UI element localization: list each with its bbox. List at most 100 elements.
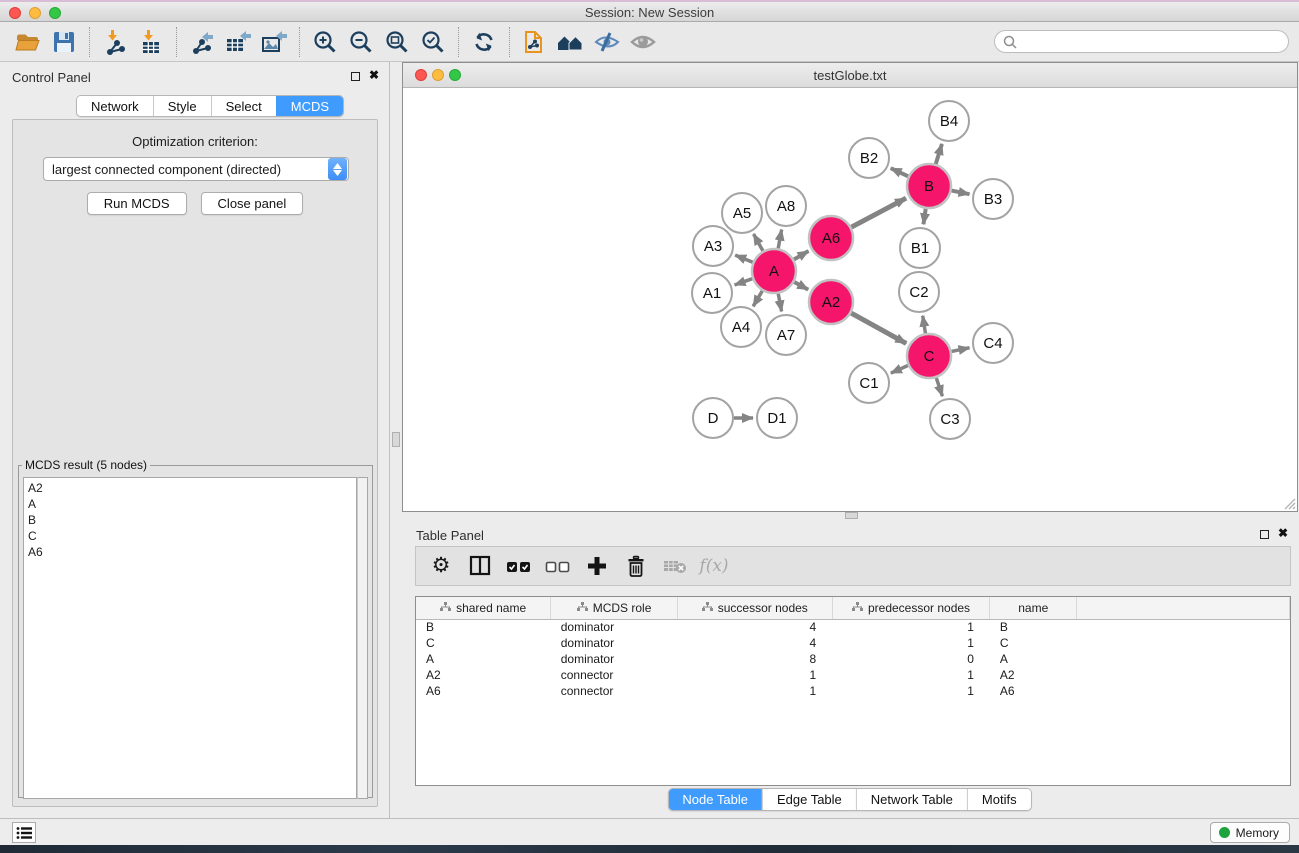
network-edge-C-C3[interactable] (936, 378, 942, 396)
network-edge-A-A5[interactable] (754, 234, 763, 251)
network-node-A1[interactable]: A1 (692, 273, 732, 313)
add-column-icon[interactable] (584, 553, 610, 579)
column-header-MCDS-role[interactable]: MCDS role (551, 597, 678, 619)
result-list-item[interactable]: B (28, 512, 356, 528)
close-panel-icon[interactable]: ✖ (369, 68, 379, 82)
table-cell[interactable]: connector (551, 667, 678, 683)
table-cell[interactable]: 1 (832, 683, 990, 699)
table-cell[interactable]: A (416, 651, 551, 667)
result-list-scrollbar[interactable] (357, 477, 368, 799)
column-header-name[interactable]: name (990, 597, 1077, 619)
vertical-splitter-handle[interactable] (392, 432, 400, 447)
network-node-A5[interactable]: A5 (722, 193, 762, 233)
network-edge-A-A4[interactable] (753, 291, 762, 307)
show-hide-eye-icon[interactable] (625, 26, 661, 58)
network-node-D[interactable]: D (693, 398, 733, 438)
network-edge-A-A1[interactable] (735, 279, 753, 285)
network-node-D1[interactable]: D1 (757, 398, 797, 438)
table-cell[interactable]: 1 (832, 667, 990, 683)
network-edge-A-A7[interactable] (778, 294, 781, 312)
zoom-out-icon[interactable] (343, 26, 379, 58)
tab-node-table[interactable]: Node Table (668, 789, 762, 810)
network-edge-B-B3[interactable] (952, 191, 970, 195)
import-network-icon[interactable] (97, 26, 133, 58)
tab-motifs[interactable]: Motifs (967, 789, 1031, 810)
table-cell[interactable]: dominator (551, 651, 678, 667)
mcds-result-list[interactable]: A2ABCA6 (23, 477, 357, 799)
table-cell[interactable]: 8 (677, 651, 832, 667)
tab-mcds[interactable]: MCDS (276, 96, 343, 116)
zoom-in-icon[interactable] (307, 26, 343, 58)
network-node-B2[interactable]: B2 (849, 138, 889, 178)
show-column-icon[interactable] (467, 553, 493, 579)
table-row-A[interactable]: Adominator80A (416, 651, 1290, 667)
table-cell[interactable]: B (416, 619, 551, 635)
network-edge-C-C2[interactable] (923, 316, 926, 334)
table-cell[interactable]: 1 (832, 619, 990, 635)
search-field[interactable] (994, 30, 1289, 53)
table-row-A2[interactable]: A2connector11A2 (416, 667, 1290, 683)
refresh-icon[interactable] (466, 26, 502, 58)
network-node-A8[interactable]: A8 (766, 186, 806, 226)
table-cell[interactable]: 1 (832, 635, 990, 651)
open-file-icon[interactable] (10, 26, 46, 58)
network-edge-A-A2[interactable] (794, 282, 808, 290)
settings-gear-icon[interactable]: ⚙ (428, 553, 454, 579)
table-row-C[interactable]: Cdominator41C (416, 635, 1290, 651)
home-icon[interactable] (553, 26, 589, 58)
network-node-B4[interactable]: B4 (929, 101, 969, 141)
table-cell[interactable]: A6 (416, 683, 551, 699)
window-resize-grip[interactable] (1282, 496, 1296, 510)
run-mcds-button[interactable]: Run MCDS (87, 192, 187, 215)
network-node-C3[interactable]: C3 (930, 399, 970, 439)
network-edge-B-B2[interactable] (891, 168, 908, 176)
horizontal-splitter-handle[interactable] (845, 512, 858, 519)
task-history-button[interactable] (12, 822, 36, 843)
export-table-icon[interactable] (220, 26, 256, 58)
table-cell[interactable]: A2 (416, 667, 551, 683)
export-image-icon[interactable] (256, 26, 292, 58)
network-node-B1[interactable]: B1 (900, 228, 940, 268)
result-list-item[interactable]: A6 (28, 544, 356, 560)
float-panel-icon[interactable] (1260, 530, 1269, 539)
close-panel-button[interactable]: Close panel (201, 192, 304, 215)
network-node-A3[interactable]: A3 (693, 226, 733, 266)
network-edge-B-B4[interactable] (936, 144, 942, 164)
network-node-A2[interactable]: A2 (809, 280, 853, 324)
network-edge-A-A8[interactable] (778, 230, 781, 249)
tab-network[interactable]: Network (77, 96, 153, 116)
toggle-graphics-details-icon[interactable] (589, 26, 625, 58)
close-panel-icon[interactable]: ✖ (1278, 526, 1288, 540)
table-cell[interactable]: C (416, 635, 551, 651)
table-cell[interactable]: 1 (677, 683, 832, 699)
network-node-A6[interactable]: A6 (809, 216, 853, 260)
column-header-predecessor-nodes[interactable]: predecessor nodes (832, 597, 990, 619)
result-list-item[interactable]: A (28, 496, 356, 512)
network-node-C[interactable]: C (907, 334, 951, 378)
open-session-file-icon[interactable] (517, 26, 553, 58)
network-node-A[interactable]: A (752, 249, 796, 293)
column-header-shared-name[interactable]: shared name (416, 597, 551, 619)
network-node-A7[interactable]: A7 (766, 315, 806, 355)
memory-button[interactable]: Memory (1210, 822, 1290, 843)
tab-style[interactable]: Style (153, 96, 211, 116)
zoom-selected-icon[interactable] (415, 26, 451, 58)
table-cell[interactable]: C (990, 635, 1077, 651)
table-cell[interactable]: connector (551, 683, 678, 699)
optimization-criterion-select[interactable]: largest connected component (directed) (43, 157, 349, 181)
network-edge-B-B1[interactable] (923, 209, 925, 224)
network-edge-A2-C[interactable] (851, 313, 906, 343)
search-input[interactable] (1018, 33, 1288, 51)
network-node-C2[interactable]: C2 (899, 272, 939, 312)
table-cell[interactable]: 0 (832, 651, 990, 667)
network-node-B3[interactable]: B3 (973, 179, 1013, 219)
table-cell[interactable]: B (990, 619, 1077, 635)
table-cell[interactable]: dominator (551, 635, 678, 651)
table-cell[interactable]: A (990, 651, 1077, 667)
select-all-icon[interactable] (506, 553, 532, 579)
network-edge-C-C1[interactable] (891, 365, 908, 373)
table-cell[interactable]: 4 (677, 619, 832, 635)
network-edge-A6-B[interactable] (851, 198, 906, 227)
import-table-icon[interactable] (133, 26, 169, 58)
delete-column-icon[interactable] (623, 553, 649, 579)
